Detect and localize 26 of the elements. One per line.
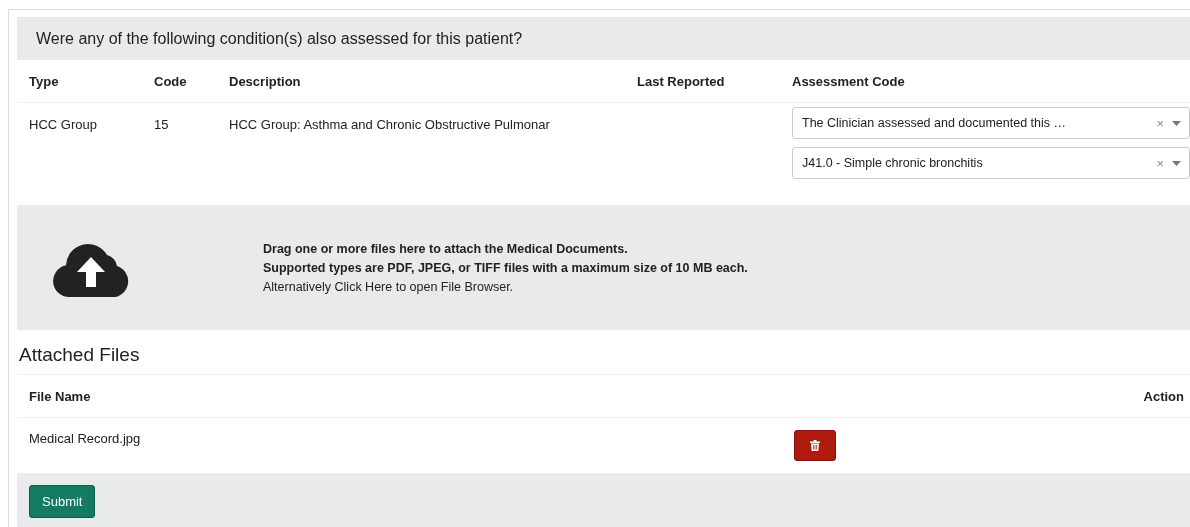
assessment-select[interactable]: The Clinician assessed and documented this … × [792, 107, 1190, 139]
column-header: Code [154, 73, 188, 89]
submit-button[interactable]: Submit [29, 485, 96, 518]
caret-icon [1172, 160, 1181, 166]
delete-button[interactable] [794, 430, 836, 461]
table-cell-text: Medical Record.jpg [29, 430, 142, 446]
assessment-select[interactable]: J41.0 - Simple chronic bronchitis × [792, 147, 1190, 179]
file-browser-link[interactable]: Alternatively Click Here to open File Browser. [263, 278, 748, 297]
question-text: Were any of the following condition(s) also assessed for this patient? [36, 29, 523, 48]
upload-instruction: Drag one or more files here to attach the Medical Documents. [263, 241, 629, 258]
section-title: Attached Files [17, 330, 1190, 375]
clear-icon[interactable]: × [1156, 155, 1164, 171]
column-header: Action [1143, 388, 1184, 404]
table-cell-text: 15 [154, 117, 170, 132]
column-header: Type [29, 73, 60, 89]
trash-icon [810, 440, 820, 451]
column-header: Assessment Code [792, 73, 906, 89]
column-header: Description [229, 73, 302, 89]
upload-instruction: Supported types are PDF, JPEG, or TIFF files with a maximum size of 10 MB each. [263, 260, 748, 277]
column-header: Last Reported [637, 73, 726, 89]
caret-icon [1172, 120, 1181, 126]
drop-zone[interactable]: Drag one or more files here to attach the Medical Documents. Supported types are PDF, JPEG, or TIFF files with a maximum size of 10 MB each. Alternatively Click Here to open File Browser. [17, 207, 1190, 330]
clear-icon[interactable]: × [1156, 115, 1164, 131]
column-header: File Name [29, 388, 91, 404]
table-cell-text: HCC Group [29, 117, 98, 132]
table-cell-text: HCC Group: Asthma and Chronic Obstructive Pulmonar [229, 117, 551, 132]
